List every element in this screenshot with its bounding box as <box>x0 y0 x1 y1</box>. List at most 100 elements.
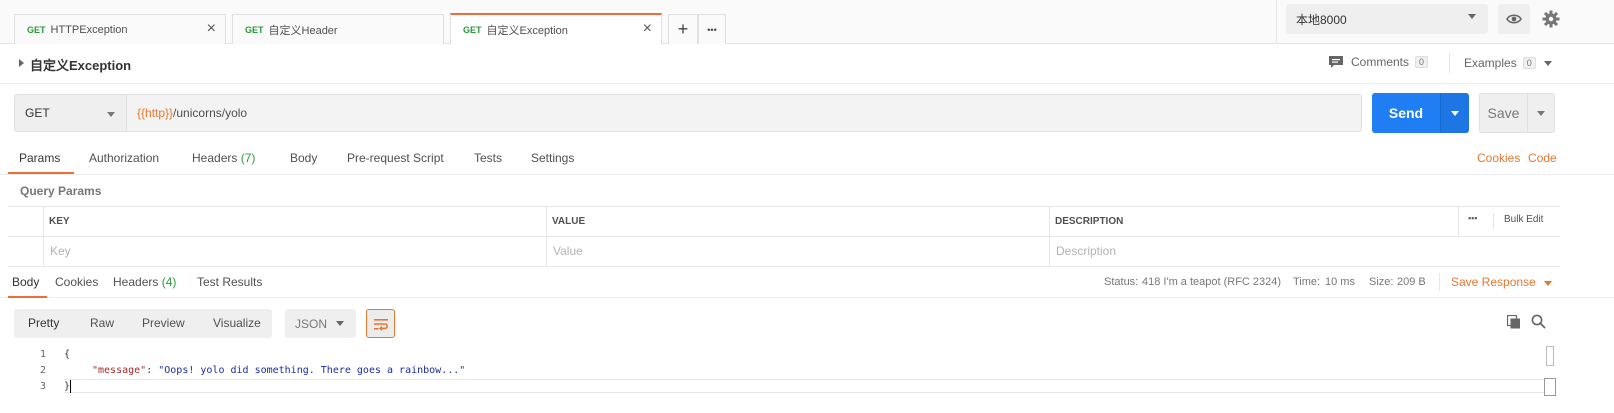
url-path: /unicorns/yolo <box>173 106 248 120</box>
url-variable: {{http}} <box>137 106 174 120</box>
param-key-input[interactable]: Key <box>50 244 71 258</box>
comment-icon <box>1329 56 1343 68</box>
tab-title: 自定义Exception <box>486 24 568 37</box>
chevron-down-icon <box>107 112 115 117</box>
environment-name: 本地8000 <box>1296 12 1347 27</box>
more-tabs-button[interactable]: ••• <box>698 14 726 44</box>
active-line-highlight <box>64 379 1544 393</box>
tab-headers[interactable]: Headers (7) <box>192 151 255 165</box>
environment-settings-button[interactable] <box>1538 4 1564 34</box>
copy-icon <box>1506 314 1520 329</box>
time-value[interactable]: 10 ms <box>1325 276 1355 288</box>
response-tab-body[interactable]: Body <box>12 275 39 289</box>
response-tab-test-results[interactable]: Test Results <box>197 275 262 289</box>
active-tab-indicator <box>8 296 47 298</box>
size-label: Size: <box>1369 276 1394 288</box>
code-line: "message": "Oops! yolo did something. Th… <box>92 365 465 376</box>
comments-label: Comments <box>1351 55 1410 69</box>
editor-scrollbar[interactable] <box>1546 346 1554 366</box>
table-column-divider <box>1049 206 1050 267</box>
chevron-down-icon <box>1544 281 1553 286</box>
tab-body[interactable]: Body <box>290 151 317 165</box>
tab-pre-request-script[interactable]: Pre-request Script <box>347 151 444 165</box>
more-options-icon[interactable]: ••• <box>1468 213 1477 223</box>
tab-method-label: GET <box>245 24 264 35</box>
code-line: { <box>64 349 71 360</box>
line-number: 1 <box>39 349 46 360</box>
tab-title: 自定义Header <box>268 24 338 37</box>
time-label: Time: <box>1293 276 1321 288</box>
ellipsis-icon: ••• <box>707 24 717 35</box>
method-select[interactable]: GET <box>14 94 126 132</box>
view-visualize[interactable]: Visualize <box>213 316 261 330</box>
chevron-down-icon <box>336 321 344 326</box>
tab-settings[interactable]: Settings <box>531 151 574 165</box>
line-number: 3 <box>39 381 46 392</box>
save-dropdown-button[interactable] <box>1527 93 1555 133</box>
chevron-down-icon <box>1468 14 1476 19</box>
url-input[interactable]: {{http}}/unicorns/yolo <box>126 94 1362 132</box>
response-tab-cookies[interactable]: Cookies <box>55 275 98 289</box>
tab-tests[interactable]: Tests <box>474 151 502 165</box>
send-dropdown-button[interactable] <box>1440 93 1469 133</box>
status-label: Status: <box>1104 276 1139 288</box>
active-tab-indicator <box>8 172 74 174</box>
gear-icon <box>1542 10 1560 28</box>
divider <box>1439 273 1440 291</box>
environment-select[interactable]: 本地8000 <box>1286 4 1488 34</box>
request-tab-custom-header[interactable]: GET 自定义Header <box>232 14 444 44</box>
language-select[interactable]: JSON <box>285 309 356 338</box>
new-tab-button[interactable]: + <box>668 14 698 44</box>
wrap-lines-button[interactable] <box>366 309 395 338</box>
table-column-divider <box>546 206 547 267</box>
environment-quick-look-button[interactable] <box>1498 4 1530 34</box>
json-colon: : <box>146 365 159 376</box>
query-params-label: Query Params <box>20 184 102 198</box>
close-icon[interactable]: × <box>643 20 652 38</box>
eye-icon <box>1506 14 1522 24</box>
size-value[interactable]: 209 B <box>1397 276 1426 288</box>
response-tab-headers[interactable]: Headers (4) <box>113 275 176 289</box>
tab-method-label: GET <box>463 24 482 35</box>
table-column-divider <box>1458 206 1459 236</box>
save-response-label: Save Response <box>1451 275 1536 289</box>
bulk-edit-link[interactable]: Bulk Edit <box>1504 214 1543 225</box>
search-response-button[interactable] <box>1531 314 1546 332</box>
plus-icon: + <box>677 19 689 39</box>
comments-button[interactable]: Comments 0 <box>1328 55 1429 69</box>
code-link[interactable]: Code <box>1528 151 1557 165</box>
method-value: GET <box>25 106 50 120</box>
column-header-key: KEY <box>49 216 70 227</box>
tab-params[interactable]: Params <box>19 151 60 165</box>
view-raw[interactable]: Raw <box>90 316 114 330</box>
examples-label: Examples <box>1464 56 1517 70</box>
table-row-divider <box>8 236 1560 237</box>
save-response-button[interactable]: Save Response <box>1451 275 1553 289</box>
search-icon <box>1531 314 1546 329</box>
json-key: "message" <box>92 365 147 376</box>
view-pretty[interactable]: Pretty <box>28 316 59 330</box>
param-description-input[interactable]: Description <box>1056 244 1116 258</box>
wrap-text-icon <box>373 318 388 331</box>
request-tab-custom-exception[interactable]: GET 自定义Exception × <box>450 13 662 44</box>
close-icon[interactable]: × <box>207 20 216 38</box>
view-preview[interactable]: Preview <box>142 316 185 330</box>
tab-method-label: GET <box>27 24 46 35</box>
tab-authorization[interactable]: Authorization <box>89 151 159 165</box>
copy-response-button[interactable] <box>1506 314 1521 332</box>
status-value[interactable]: 418 I'm a teapot (RFC 2324) <box>1142 276 1281 288</box>
cookies-link[interactable]: Cookies <box>1477 151 1520 165</box>
response-headers-count: (4) <box>161 275 177 289</box>
examples-count-badge: 0 <box>1522 57 1536 69</box>
caret-right-icon[interactable] <box>19 59 24 67</box>
save-button[interactable]: Save <box>1479 93 1527 133</box>
examples-button[interactable]: Examples 0 <box>1464 56 1552 70</box>
request-tab-httpexception[interactable]: GET HTTPException × <box>14 14 226 44</box>
param-value-input[interactable]: Value <box>553 244 583 258</box>
editor-scrollbar-thumb[interactable] <box>1544 378 1556 396</box>
column-header-description: DESCRIPTION <box>1055 216 1124 227</box>
json-string-value: "Oops! yolo did something. There goes a … <box>158 365 466 376</box>
table-column-divider <box>1493 213 1494 229</box>
request-title[interactable]: 自定义Exception <box>30 55 131 74</box>
send-button[interactable]: Send <box>1372 93 1440 133</box>
